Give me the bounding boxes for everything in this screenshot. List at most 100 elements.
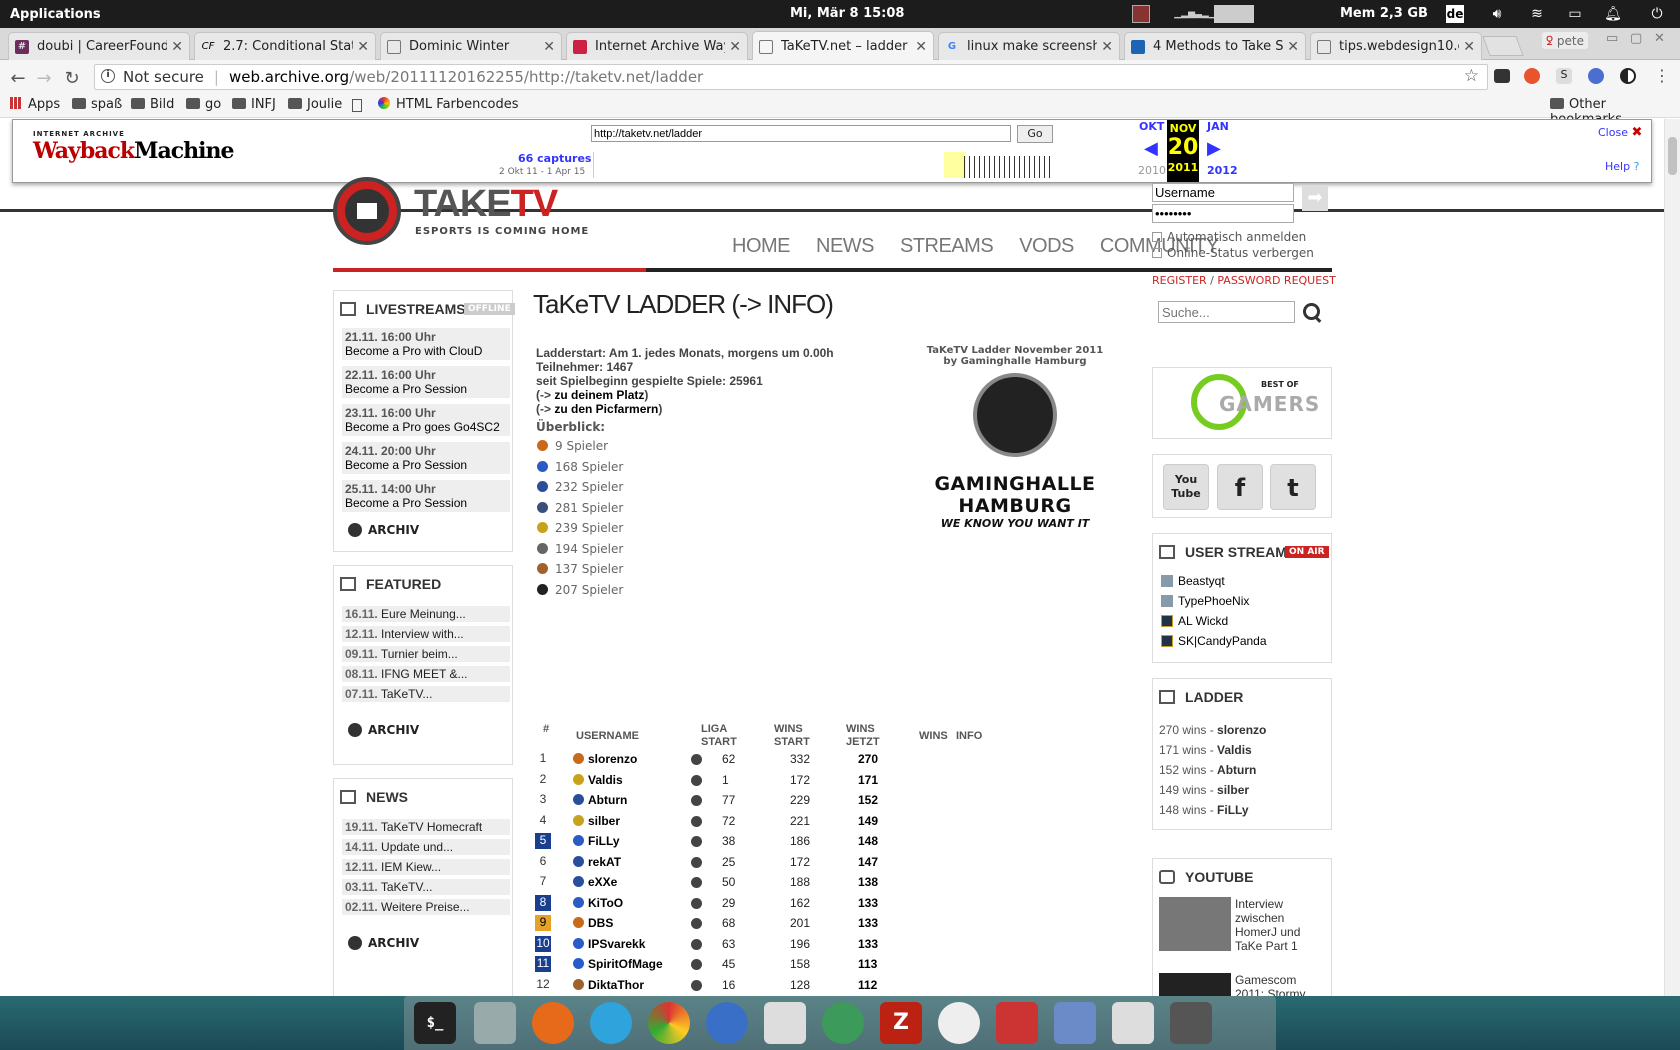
login-submit-button[interactable]: ➡ [1302,185,1328,211]
page-scrollbar[interactable] [1664,119,1680,996]
search-icon[interactable] [1301,301,1323,323]
ladder-row[interactable]: 12 DiktaThor 16 128 112 [536,976,1016,996]
wayback-close-button[interactable]: Close ✖ [1598,125,1642,140]
bookmark-folder-joulie[interactable]: Joulie [288,97,342,112]
player-name-link[interactable]: rekAT [573,855,621,869]
tab-linux-screenshot[interactable]: Glinux make screenshot✕ [938,32,1120,60]
player-name-link[interactable]: KiToO [573,896,623,910]
taketv-logo-icon[interactable] [333,177,401,245]
livestream-item[interactable]: 25.11. 14:00 Uhr Become a Pro Session [342,480,510,512]
bookmark-apps[interactable]: Apps [10,97,60,112]
wayback-url-input[interactable] [591,125,1011,142]
gaminghalle-promo[interactable]: TaKeTV Ladder November 2011 by Gaminghal… [898,345,1132,530]
files-icon[interactable] [474,1002,516,1044]
ladder-row[interactable]: 9 DBS 68 201 133 [535,914,1016,934]
firefox-icon[interactable] [532,1002,574,1044]
telegram-icon[interactable] [590,1002,632,1044]
terminal-icon[interactable]: $_ [414,1002,456,1044]
bookmark-star-icon[interactable]: ☆ [1464,66,1479,86]
tab-webdesign10[interactable]: tips.webdesign10.com✕ [1310,32,1482,60]
livestreams-archiv-link[interactable]: ARCHIV [348,523,419,537]
extension-ublock-icon[interactable] [1524,68,1540,84]
tab-close-icon[interactable]: ✕ [543,39,555,55]
maximize-button[interactable]: ▢ [1630,31,1642,46]
featured-archiv-link[interactable]: ARCHIV [348,723,419,737]
gimp-icon[interactable] [1170,1002,1212,1044]
extension-contrast-icon[interactable] [1620,68,1636,84]
bookmark-page-icon[interactable] [352,99,362,112]
tab-close-icon[interactable]: ✕ [729,39,741,55]
next-capture-arrow-icon[interactable]: ▶ [1207,138,1221,159]
forward-button[interactable]: → [34,68,54,89]
youtube-icon[interactable]: You Tube [1163,464,1209,510]
bookmark-folder-spass[interactable]: spaß [72,97,122,112]
news-archiv-link[interactable]: ARCHIV [348,936,419,950]
player-name-link[interactable]: Abturn [573,793,627,807]
ladder-top-item[interactable]: 152 wins - Abturn [1159,763,1256,777]
tab-close-icon[interactable]: ✕ [1287,39,1299,55]
player-name-link[interactable]: FiLLy [573,834,620,848]
news-item[interactable]: 19.11. TaKeTV Homecraft [342,819,510,835]
twitter-icon[interactable]: t [1270,464,1316,510]
username-input[interactable] [1152,183,1294,202]
user-stream-item[interactable]: SK|CandyPanda [1161,634,1267,648]
hide-online-checkbox[interactable]: Online-Status verbergen [1152,246,1314,260]
news-item[interactable]: 03.11. TaKeTV... [342,879,510,895]
livestream-item[interactable]: 24.11. 20:00 Uhr Become a Pro Session [342,442,510,474]
featured-item[interactable]: 12.11. Interview with... [342,626,510,642]
search-input[interactable] [1158,301,1295,323]
bookmark-folder-go[interactable]: go [186,97,221,112]
featured-item[interactable]: 07.11. TaKeTV... [342,686,510,702]
bookmark-folder-bild[interactable]: Bild [131,97,174,112]
new-tab-button[interactable] [1482,36,1524,56]
register-link[interactable]: REGISTER [1152,274,1207,287]
ladder-top-item[interactable]: 270 wins - slorenzo [1159,723,1266,737]
best-of-gamers-banner[interactable]: BEST OF GAMERS [1152,367,1332,439]
ladder-row[interactable]: 4 silber 72 221 149 [536,812,1016,832]
ladder-row[interactable]: 8 KiToO 29 162 133 [535,894,1016,914]
prev-month-label[interactable]: OKT [1139,120,1164,133]
tab-close-icon[interactable]: ✕ [357,39,369,55]
record-icon[interactable] [1132,5,1150,23]
next-year-label[interactable]: 2012 [1207,164,1238,177]
livestream-item[interactable]: 21.11. 16:00 Uhr Become a Pro with ClouD [342,328,510,360]
prev-capture-arrow-icon[interactable]: ◀ [1144,138,1158,159]
ladder-top-item[interactable]: 171 wins - Valdis [1159,743,1252,757]
extension-s-icon[interactable]: S [1556,68,1572,84]
chrome-icon[interactable] [648,1002,690,1044]
profile-badge[interactable]: ꝿ pete [1542,32,1588,49]
news-item[interactable]: 12.11. IEM Kiew... [342,859,510,875]
tab-dominic-winter[interactable]: Dominic Winter ✕ [380,32,562,60]
filezilla-icon[interactable]: Z [880,1002,922,1044]
bookmark-html-farbencodes[interactable]: HTML Farbencodes [378,97,519,112]
my-position-link[interactable]: zu deinem Platz [554,388,644,402]
featured-item[interactable]: 09.11. Turnier beim... [342,646,510,662]
back-button[interactable]: ← [8,68,28,89]
nav-home[interactable]: HOME [732,235,791,258]
news-item[interactable]: 14.11. Update und... [342,839,510,855]
wifi-icon[interactable]: ≋ [1528,5,1546,23]
reload-button[interactable]: ↻ [62,68,82,89]
ladder-row[interactable]: 10 IPSvarekk 63 196 133 [535,935,1016,955]
capture-timeline[interactable] [593,152,1073,178]
password-input[interactable] [1152,204,1294,223]
ladder-row[interactable]: 11 SpiritOfMage 45 158 113 [535,955,1016,975]
nav-news[interactable]: NEWS [816,235,875,258]
tab-careerfoundry[interactable]: #doubi | CareerFoundry✕ [8,32,190,60]
news-item[interactable]: 02.11. Weitere Preise... [342,899,510,915]
ladder-top-item[interactable]: 149 wins - silber [1159,783,1249,797]
tab-close-icon[interactable]: ✕ [915,39,927,55]
next-month-label[interactable]: JAN [1207,120,1229,133]
ladder-row[interactable]: 5 FiLLy 38 186 148 [535,832,1016,852]
player-name-link[interactable]: eXXe [573,875,617,889]
player-name-link[interactable]: DiktaThor [573,978,644,992]
ladder-row[interactable]: 3 Abturn 77 229 152 [536,791,1016,811]
thunderbird-icon[interactable] [706,1002,748,1044]
livestream-item[interactable]: 22.11. 16:00 Uhr Become a Pro Session [342,366,510,398]
notification-bell-icon[interactable]: 🔔︎ [1604,5,1622,23]
player-name-link[interactable]: SpiritOfMage [573,957,663,971]
tab-close-icon[interactable]: ✕ [171,39,183,55]
applications-menu[interactable]: Applications [0,7,300,22]
minimize-button[interactable]: ▭ [1606,31,1618,46]
picfarmer-link[interactable]: zu den Picfarmern [554,402,658,416]
